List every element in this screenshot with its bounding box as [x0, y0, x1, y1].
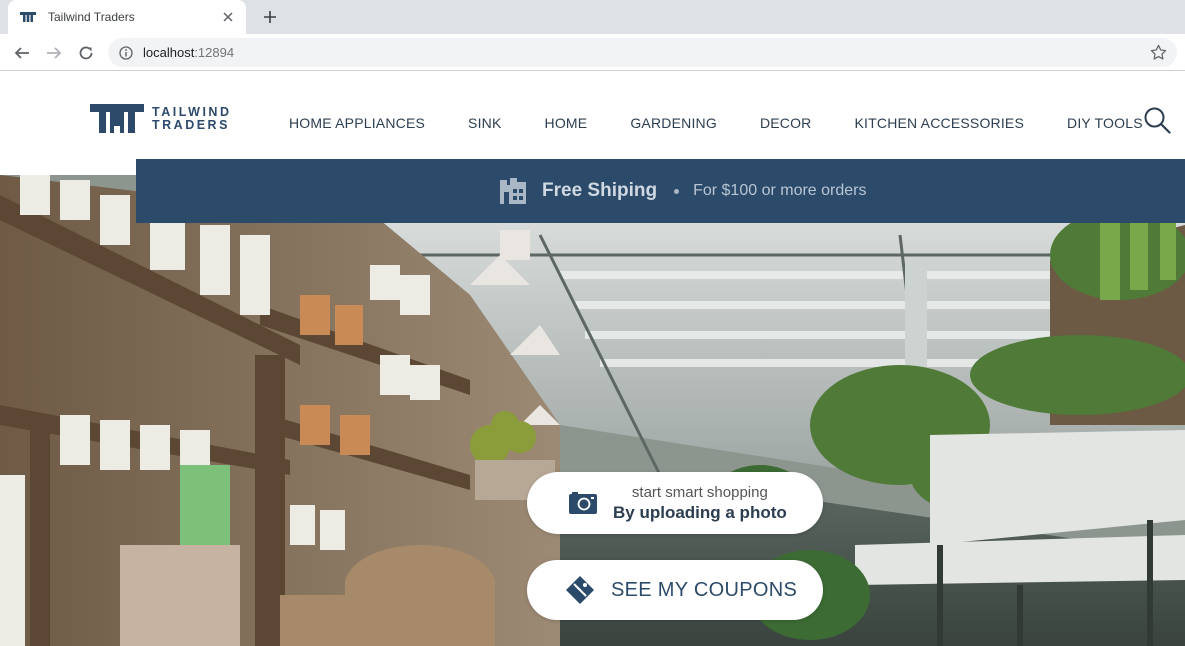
tab-title: Tailwind Traders — [48, 10, 135, 24]
search-icon[interactable] — [1143, 106, 1171, 134]
tailwind-logo-icon — [90, 104, 144, 133]
nav-item-home-appliances[interactable]: HOME APPLIANCES — [289, 115, 425, 131]
forward-arrow-icon[interactable] — [42, 41, 66, 65]
browser-toolbar: localhost:12894 — [0, 34, 1185, 71]
upload-text: start smart shopping By uploading a phot… — [613, 484, 787, 523]
separator-dot — [674, 188, 680, 194]
nav-item-home[interactable]: HOME — [545, 115, 588, 131]
reload-icon[interactable] — [74, 41, 98, 65]
tailwind-favicon-icon — [20, 11, 36, 23]
back-arrow-icon[interactable] — [10, 41, 34, 65]
site-logo[interactable]: TAILWIND TRADERS — [90, 104, 231, 133]
shipping-subtitle: For $100 or more orders — [693, 182, 867, 199]
nav-item-sink[interactable]: SINK — [468, 115, 501, 131]
nav-item-kitchen-accessories[interactable]: KITCHEN ACCESSORIES — [855, 115, 1025, 131]
warehouse-icon — [500, 178, 526, 204]
logo-line-1: TAILWIND — [152, 104, 232, 119]
star-icon[interactable] — [1150, 44, 1167, 61]
coupons-label: SEE MY COUPONS — [611, 578, 798, 601]
logo-line-2: TRADERS — [152, 117, 230, 132]
plus-icon[interactable] — [259, 6, 281, 28]
logo-wordmark: TAILWIND TRADERS — [152, 104, 232, 132]
nav-item-decor[interactable]: DECOR — [760, 115, 812, 131]
upload-caption: start smart shopping — [631, 483, 768, 501]
upload-label: By uploading a photo — [613, 502, 787, 522]
nav-item-diy-tools[interactable]: DIY TOOLS — [1067, 115, 1143, 131]
close-icon[interactable] — [220, 9, 236, 25]
url-port: :12894 — [194, 45, 235, 60]
free-shipping-banner: Free Shiping For $100 or more orders — [136, 159, 1185, 223]
main-nav: HOME APPLIANCES SINK HOME GARDENING DECO… — [289, 115, 1143, 131]
browser-tab[interactable]: Tailwind Traders — [8, 0, 246, 34]
camera-icon — [569, 492, 597, 514]
see-coupons-button[interactable]: SEE MY COUPONS — [527, 560, 823, 620]
address-bar[interactable]: localhost:12894 — [108, 38, 1177, 67]
shipping-title: Free Shiping — [542, 180, 658, 201]
info-icon[interactable] — [119, 45, 133, 60]
nav-item-gardening[interactable]: GARDENING — [630, 115, 717, 131]
browser-tabstrip: Tailwind Traders — [0, 0, 1185, 34]
url-host: localhost — [143, 45, 195, 60]
coupon-tag-icon — [566, 576, 594, 604]
upload-photo-button[interactable]: start smart shopping By uploading a phot… — [527, 472, 823, 534]
